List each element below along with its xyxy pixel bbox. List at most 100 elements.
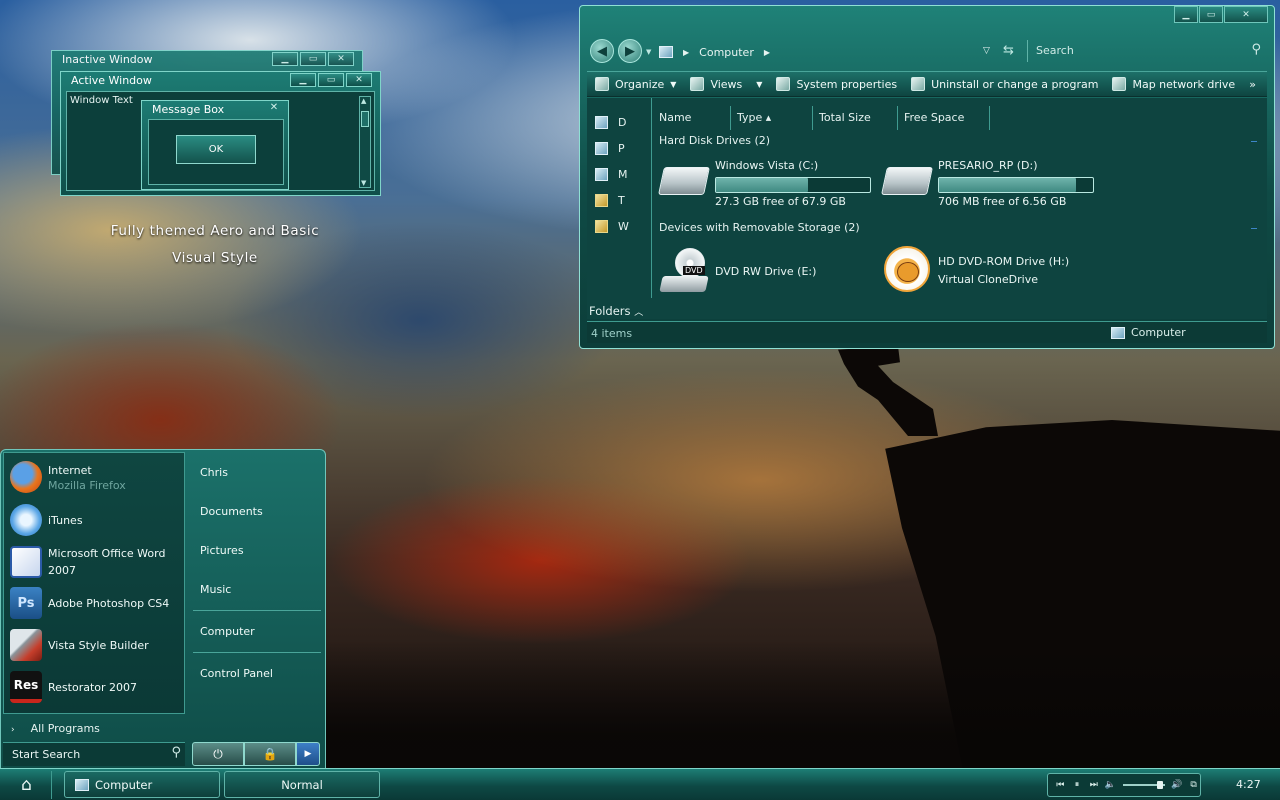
search-input[interactable]: Search ⚲ xyxy=(1027,40,1267,62)
taskbar-button-label: Normal xyxy=(281,777,323,792)
explorer-window: ▁ ▭ ✕ ◀ ▶ ▼ ▶ Computer ▶ ▽ ⇆ Search ⚲ Or… xyxy=(579,5,1275,349)
back-arrow-icon[interactable]: ◀ xyxy=(590,39,614,63)
column-total-size[interactable]: Total Size xyxy=(813,106,898,130)
address-dropdown-icon[interactable]: ▽ xyxy=(983,46,990,56)
system-properties-label: System properties xyxy=(796,77,898,91)
uninstall-program-button[interactable]: Uninstall or change a program xyxy=(911,77,1098,91)
pinned-label: Internet xyxy=(48,464,92,477)
chevron-right-icon[interactable]: ▶ xyxy=(764,48,770,57)
views-button[interactable]: Views ▼ xyxy=(690,77,762,91)
word-icon xyxy=(10,546,42,578)
command-toolbar: Organize ▼ Views ▼ System properties Unins… xyxy=(587,71,1267,97)
volume-slider[interactable] xyxy=(1122,781,1165,789)
forward-arrow-icon[interactable]: ▶ xyxy=(618,39,642,63)
power-options-arrow-icon[interactable]: ▶ xyxy=(296,742,320,766)
map-network-drive-button[interactable]: Map network drive xyxy=(1112,77,1235,91)
nav-item-label: M xyxy=(618,168,628,181)
place-control-panel[interactable]: Control Panel xyxy=(200,667,273,680)
organize-button[interactable]: Organize ▼ xyxy=(595,77,676,91)
nav-item-label: D xyxy=(618,116,627,129)
taskbar-button-normal[interactable]: Normal xyxy=(224,771,380,798)
map-drive-label: Map network drive xyxy=(1132,77,1236,91)
all-programs-button[interactable]: › All Programs xyxy=(11,722,100,735)
previous-track-icon[interactable]: ⏮ xyxy=(1054,780,1067,790)
history-dropdown-icon[interactable]: ▼ xyxy=(646,48,651,56)
pause-icon[interactable]: ⏸ xyxy=(1071,780,1084,790)
media-restore-icon[interactable]: ⧉ xyxy=(1187,780,1200,790)
nav-item-p[interactable]: P xyxy=(595,142,625,155)
system-properties-button[interactable]: System properties xyxy=(776,77,897,91)
taskbar-clock[interactable]: 4:27 xyxy=(1236,778,1261,791)
drive-usage-bar xyxy=(938,177,1094,193)
lock-icon[interactable]: 🔒 xyxy=(244,742,296,766)
close-icon[interactable]: ✕ xyxy=(328,52,354,66)
start-button-home-icon[interactable]: ⌂ xyxy=(2,771,52,799)
nav-item-t[interactable]: T xyxy=(595,194,625,207)
pinned-itunes[interactable]: iTunes xyxy=(10,504,83,536)
volume-low-icon[interactable]: 🔈 xyxy=(1104,780,1117,790)
vertical-scrollbar[interactable]: ▲ ▼ xyxy=(359,96,371,188)
pinned-photoshop[interactable]: Ps Adobe Photoshop CS4 xyxy=(10,587,169,619)
drive-c[interactable]: Windows Vista (C:) 27.3 GB free of 67.9 … xyxy=(658,159,901,209)
close-icon[interactable]: ✕ xyxy=(265,102,283,116)
next-track-icon[interactable]: ⏭ xyxy=(1087,780,1100,790)
place-music[interactable]: Music xyxy=(200,583,231,596)
organize-label: Organize xyxy=(615,77,665,91)
scroll-up-icon[interactable]: ▲ xyxy=(361,97,366,105)
refresh-icon[interactable]: ⇆ xyxy=(1003,43,1014,58)
ok-button[interactable]: OK xyxy=(176,135,256,164)
drive-d[interactable]: PRESARIO_RP (D:) 706 MB free of 6.56 GB xyxy=(881,159,1124,209)
breadcrumb-computer[interactable]: Computer xyxy=(699,46,754,59)
minimize-icon[interactable]: ▁ xyxy=(290,73,316,87)
places-separator xyxy=(193,652,321,653)
scroll-down-icon[interactable]: ▼ xyxy=(361,179,366,187)
minimize-icon[interactable]: ▁ xyxy=(1174,6,1198,23)
address-bar[interactable]: ▶ Computer ▶ xyxy=(659,42,1001,62)
close-icon[interactable]: ✕ xyxy=(346,73,372,87)
search-icon[interactable]: ⚲ xyxy=(1251,42,1261,57)
dvd-label: DVD xyxy=(683,266,705,275)
navigation-pane: D P M T W xyxy=(587,98,652,298)
folders-toggle[interactable]: Folders ︿ xyxy=(589,304,643,318)
place-computer[interactable]: Computer xyxy=(200,625,255,638)
search-icon[interactable]: ⚲ xyxy=(171,745,181,760)
start-search-input[interactable]: Start Search ⚲ xyxy=(3,742,185,766)
column-name[interactable]: Name xyxy=(653,106,731,130)
taskbar-button-computer[interactable]: Computer xyxy=(64,771,220,798)
nav-item-m[interactable]: M xyxy=(595,168,628,181)
status-location: Computer xyxy=(1111,326,1186,339)
pinned-firefox[interactable]: Internet Mozilla Firefox xyxy=(10,461,126,493)
close-icon[interactable]: ✕ xyxy=(1224,6,1268,23)
group-header-hdd[interactable]: Hard Disk Drives (2) xyxy=(659,134,770,147)
maximize-icon[interactable]: ▭ xyxy=(318,73,344,87)
column-free-space[interactable]: Free Space xyxy=(898,106,990,130)
pinned-vista-style-builder[interactable]: Vista Style Builder xyxy=(10,629,149,661)
place-documents[interactable]: Documents xyxy=(200,505,263,518)
place-chris[interactable]: Chris xyxy=(200,466,228,479)
place-pictures[interactable]: Pictures xyxy=(200,544,244,557)
group-collapse-icon[interactable] xyxy=(1251,141,1257,142)
maximize-icon[interactable]: ▭ xyxy=(1199,6,1223,23)
group-header-removable[interactable]: Devices with Removable Storage (2) xyxy=(659,221,860,234)
minimize-icon[interactable]: ▁ xyxy=(272,52,298,66)
nav-item-w[interactable]: W xyxy=(595,220,629,233)
drive-h[interactable]: HD DVD-ROM Drive (H:) Virtual CloneDrive xyxy=(884,246,1124,296)
firefox-icon xyxy=(10,461,42,493)
drive-e[interactable]: DVD DVD RW Drive (E:) xyxy=(659,248,901,298)
pinned-label: Adobe Photoshop CS4 xyxy=(48,596,170,610)
power-icon[interactable]: ⏻ xyxy=(192,742,244,766)
maximize-icon[interactable]: ▭ xyxy=(300,52,326,66)
scrollbar-thumb[interactable] xyxy=(361,111,369,127)
photoshop-icon: Ps xyxy=(10,587,42,619)
pinned-restorator[interactable]: Res Restorator 2007 xyxy=(10,671,137,703)
person-silhouette xyxy=(838,346,938,436)
active-window-title: Active Window xyxy=(71,74,152,87)
volume-slider-thumb[interactable] xyxy=(1156,781,1163,789)
volume-high-icon[interactable]: 🔊 xyxy=(1171,780,1184,790)
more-commands-button[interactable]: » xyxy=(1249,78,1256,91)
pinned-word[interactable]: Microsoft Office Word 2007 xyxy=(10,545,165,579)
column-type[interactable]: Type ▲ xyxy=(731,106,813,130)
nav-item-d[interactable]: D xyxy=(595,116,626,129)
drive-usage-bar xyxy=(715,177,871,193)
group-collapse-icon[interactable] xyxy=(1251,228,1257,229)
